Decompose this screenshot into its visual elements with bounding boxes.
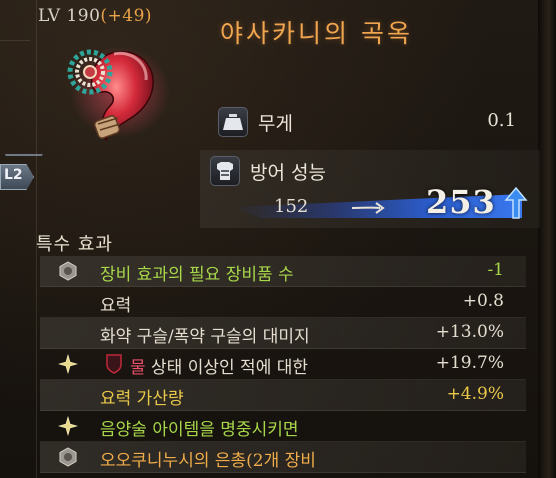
frame-line: [0, 40, 30, 41]
shield-icon: [106, 354, 122, 374]
effect-label-text: 상태 이상인 적에 대한: [151, 358, 309, 378]
star-icon: [58, 354, 78, 374]
defense-stat-box: 방어 성능 152 253: [200, 150, 540, 228]
effect-row: 음양술 아이템을 명중시키면: [40, 411, 526, 442]
water-prefix: 물: [130, 358, 146, 378]
weight-value: 0.1: [487, 110, 516, 131]
l2-label: L2: [4, 167, 23, 183]
effect-row: 요력 +0.8: [40, 287, 526, 318]
effect-value: +19.7%: [435, 353, 504, 373]
hex-icon: [59, 447, 77, 467]
magatama-item-icon: [67, 46, 170, 142]
effect-label: 물 상태 이상인 적에 대한: [130, 353, 308, 378]
effect-value: +13.0%: [435, 322, 504, 342]
increase-arrow-icon: [504, 186, 528, 219]
item-name: 야사카니의 곡옥: [220, 19, 413, 48]
weight-stat-row: 무게 0.1: [214, 106, 524, 137]
chevron-icon: [0, 154, 43, 164]
weight-label: 무게: [258, 113, 293, 135]
armor-icon: [210, 156, 240, 186]
effect-value: -1: [487, 260, 504, 280]
scroll-frame: [538, 0, 556, 478]
effect-label: 장비 효과의 필요 장비품 수: [100, 265, 294, 285]
effect-row: 요력 가산량 +4.9%: [40, 380, 526, 411]
right-arrow-icon: [351, 202, 385, 214]
effect-label: 음양술 아이템을 명중시키면: [100, 420, 299, 440]
defense-label: 방어 성능: [250, 162, 326, 184]
special-effects-list: 장비 효과의 필요 장비품 수 -1 요력 +0.8 화약 구슬/폭약 구슬의 …: [40, 256, 526, 473]
defense-new-value: 253: [426, 183, 496, 221]
level-label: LV 190: [38, 6, 101, 26]
special-effects-title: 특수 효과: [36, 234, 113, 255]
effect-row: 장비 효과의 필요 장비품 수 -1: [40, 256, 526, 287]
effect-row: 물 상태 이상인 적에 대한 +19.7%: [40, 349, 526, 380]
effect-label: 요력: [100, 296, 132, 316]
item-level: LV 190(+49): [38, 6, 152, 26]
effect-label: 요력 가산량: [100, 389, 184, 409]
effect-label: 화약 구슬/폭약 구슬의 대미지: [100, 327, 310, 347]
hex-icon: [59, 261, 77, 281]
weight-icon: [218, 107, 248, 137]
effect-label: 오오쿠니누시의 은총(2개 장비: [100, 451, 316, 471]
effect-row: 오오쿠니누시의 은총(2개 장비: [40, 442, 526, 473]
effect-value: +4.9%: [446, 384, 504, 404]
defense-old-value: 152: [274, 196, 309, 217]
star-icon: [58, 416, 78, 436]
level-bonus: (+49): [100, 6, 153, 26]
effect-value: +0.8: [462, 291, 504, 311]
effect-row: 화약 구슬/폭약 구슬의 대미지 +13.0%: [40, 318, 526, 349]
l2-tab-button[interactable]: L2: [0, 152, 44, 192]
